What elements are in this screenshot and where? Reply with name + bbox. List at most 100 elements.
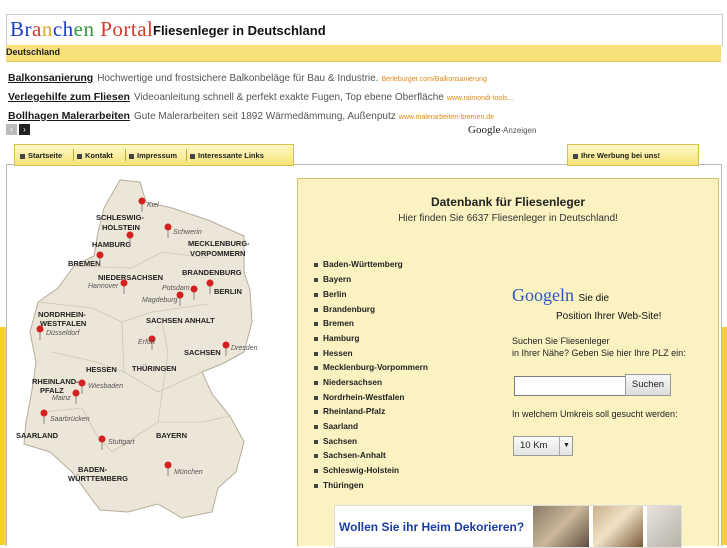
map-state-label[interactable]: SCHLESWIG- xyxy=(96,213,144,222)
state-link[interactable]: Hessen xyxy=(314,348,353,358)
map-city-label[interactable]: Saarbrücken xyxy=(50,416,90,423)
bullet-icon xyxy=(20,153,25,159)
map-state-label[interactable]: NIEDERSACHSEN xyxy=(98,273,163,282)
nav-divider xyxy=(125,149,126,161)
map-city-label[interactable]: Potsdam xyxy=(162,285,190,292)
map-pin-icon[interactable] xyxy=(222,341,230,349)
state-link[interactable]: Sachsen-Anhalt xyxy=(314,450,386,460)
state-link-label: Sachsen-Anhalt xyxy=(323,450,386,460)
map-state-label[interactable]: HAMBURG xyxy=(92,240,131,249)
site-logo[interactable]: Branchen Portal xyxy=(10,17,153,42)
state-link[interactable]: Niedersachsen xyxy=(314,377,382,387)
nav-interessante-links[interactable]: Interessante Links xyxy=(190,151,264,160)
googeln-promo[interactable]: Googeln Sie die Position Ihrer Web-Site! xyxy=(512,285,661,324)
state-link[interactable]: Mecklenburg-Vorpommern xyxy=(314,362,428,372)
state-link[interactable]: Thüringen xyxy=(314,480,364,490)
state-link[interactable]: Schleswig-Holstein xyxy=(314,465,399,475)
nav-werbung[interactable]: Ihre Werbung bei uns! xyxy=(573,151,660,160)
nav-impressum[interactable]: Impressum xyxy=(129,151,177,160)
decor-banner-ad[interactable]: Wollen Sie ihr Heim Dekorieren? xyxy=(334,505,682,548)
map-state-label[interactable]: HOLSTEIN xyxy=(102,223,140,232)
radius-select[interactable]: 10 Km ▼ xyxy=(513,436,573,456)
map-state-label[interactable]: BAYERN xyxy=(156,431,187,440)
state-link[interactable]: Sachsen xyxy=(314,436,357,446)
map-state-label[interactable]: BADEN- xyxy=(78,465,108,474)
google-ads-label[interactable]: Google-Anzeigen xyxy=(468,124,536,136)
state-link[interactable]: Rheinland-Pfalz xyxy=(314,406,385,416)
state-link[interactable]: Bayern xyxy=(314,274,351,284)
ad-title[interactable]: Bollhagen Malerarbeiten xyxy=(8,110,130,122)
breadcrumb: Deutschland xyxy=(6,45,721,62)
map-state-label[interactable]: RHEINLAND- xyxy=(32,377,79,386)
map-state-label[interactable]: BRANDENBURG xyxy=(182,268,242,277)
ad-description: Gute Malerarbeiten seit 1892 Wärmedämmun… xyxy=(133,111,396,122)
map-city-label[interactable]: Kiel xyxy=(147,202,159,209)
map-city-label[interactable]: Düsseldorf xyxy=(46,330,81,337)
map-state-label[interactable]: BERLIN xyxy=(214,287,242,296)
map-pin-icon[interactable] xyxy=(78,379,86,387)
map-state-label[interactable]: WESTFALEN xyxy=(40,319,86,328)
plz-input[interactable] xyxy=(514,376,626,396)
banner-photo xyxy=(533,506,589,547)
map-city-label[interactable]: Mainz xyxy=(52,395,71,402)
map-state-label[interactable]: MECKLENBURG- xyxy=(188,239,250,248)
map-state-label[interactable]: BREMEN xyxy=(68,259,101,268)
nav-startseite[interactable]: Startseite xyxy=(20,151,62,160)
map-state-label[interactable]: NORDRHEIN- xyxy=(38,310,86,319)
ad-url[interactable]: www.raimondi-tools... xyxy=(447,95,514,102)
ad-url[interactable]: Berleburger.com/Balkonsanierung xyxy=(381,76,486,83)
map-pin-icon[interactable] xyxy=(138,197,146,205)
ad-item[interactable]: Verlegehilfe zum Fliesen Videoanleitung s… xyxy=(8,91,513,103)
ad-item[interactable]: Balkonsanierung Hochwertige und frostsich… xyxy=(8,72,487,84)
map-state-label[interactable]: PFALZ xyxy=(40,386,64,395)
map-pin-icon[interactable] xyxy=(98,435,106,443)
map-city-label[interactable]: Magdeburg xyxy=(142,297,178,304)
database-panel: Datenbank für Fliesenleger Hier finden S… xyxy=(297,178,719,548)
map-pin-icon[interactable] xyxy=(72,389,80,397)
ad-url[interactable]: www.malerarbeiten-bremen.de xyxy=(399,114,494,121)
map-state-label[interactable]: WÜRTTEMBERG xyxy=(68,474,128,483)
ad-next-button[interactable]: › xyxy=(19,124,30,135)
map-pin-icon[interactable] xyxy=(120,279,128,287)
state-link[interactable]: Nordrhein-Westfalen xyxy=(314,392,404,402)
state-link-label: Rheinland-Pfalz xyxy=(323,406,386,416)
state-link[interactable]: Brandenburg xyxy=(314,304,375,314)
ad-title[interactable]: Balkonsanierung xyxy=(8,72,93,84)
map-pin-icon[interactable] xyxy=(36,325,44,333)
map-city-label[interactable]: Stuttgart xyxy=(108,439,136,446)
map-state-label[interactable]: SACHSEN xyxy=(184,348,221,357)
breadcrumb-region[interactable]: Deutschland xyxy=(6,47,60,57)
map-state-label[interactable]: HESSEN xyxy=(86,365,117,374)
bullet-icon xyxy=(314,409,318,414)
map-pin-icon[interactable] xyxy=(40,409,48,417)
map-pin-icon[interactable] xyxy=(126,231,134,239)
map-state-label[interactable]: VORPOMMERN xyxy=(190,249,245,258)
ad-prev-button[interactable]: ‹ xyxy=(6,124,17,135)
map-state-label[interactable]: SAARLAND xyxy=(16,431,59,440)
map-city-label[interactable]: Hannover xyxy=(88,283,119,290)
map-city-label[interactable]: Schwerin xyxy=(173,229,202,236)
ad-title[interactable]: Verlegehilfe zum Fliesen xyxy=(8,91,130,103)
state-link[interactable]: Berlin xyxy=(314,289,347,299)
map-city-label[interactable]: Dresden xyxy=(231,345,258,352)
state-link[interactable]: Baden-Württemberg xyxy=(314,259,403,269)
map-state-label[interactable]: THÜRINGEN xyxy=(132,364,177,373)
map-pin-icon[interactable] xyxy=(164,223,172,231)
map-pin-icon[interactable] xyxy=(96,251,104,259)
state-link[interactable]: Hamburg xyxy=(314,333,359,343)
nav-divider xyxy=(73,149,74,161)
nav-kontakt[interactable]: Kontakt xyxy=(77,151,113,160)
search-button[interactable]: Suchen xyxy=(625,374,671,396)
ad-item[interactable]: Bollhagen Malerarbeiten Gute Malerarbeite… xyxy=(8,110,494,122)
germany-map[interactable]: SCHLESWIG- HOLSTEIN HAMBURG MECKLENBURG-… xyxy=(12,172,268,524)
state-link[interactable]: Bremen xyxy=(314,318,354,328)
map-state-label[interactable]: SACHSEN ANHALT xyxy=(146,316,215,325)
map-city-label[interactable]: Erfurt xyxy=(138,339,156,346)
map-city-label[interactable]: Wiesbaden xyxy=(88,383,123,390)
map-pin-icon[interactable] xyxy=(176,291,184,299)
map-pin-icon[interactable] xyxy=(164,461,172,469)
state-link[interactable]: Saarland xyxy=(314,421,358,431)
map-city-label[interactable]: München xyxy=(174,469,203,476)
map-pin-icon[interactable] xyxy=(206,279,214,287)
map-pin-icon[interactable] xyxy=(190,285,198,293)
